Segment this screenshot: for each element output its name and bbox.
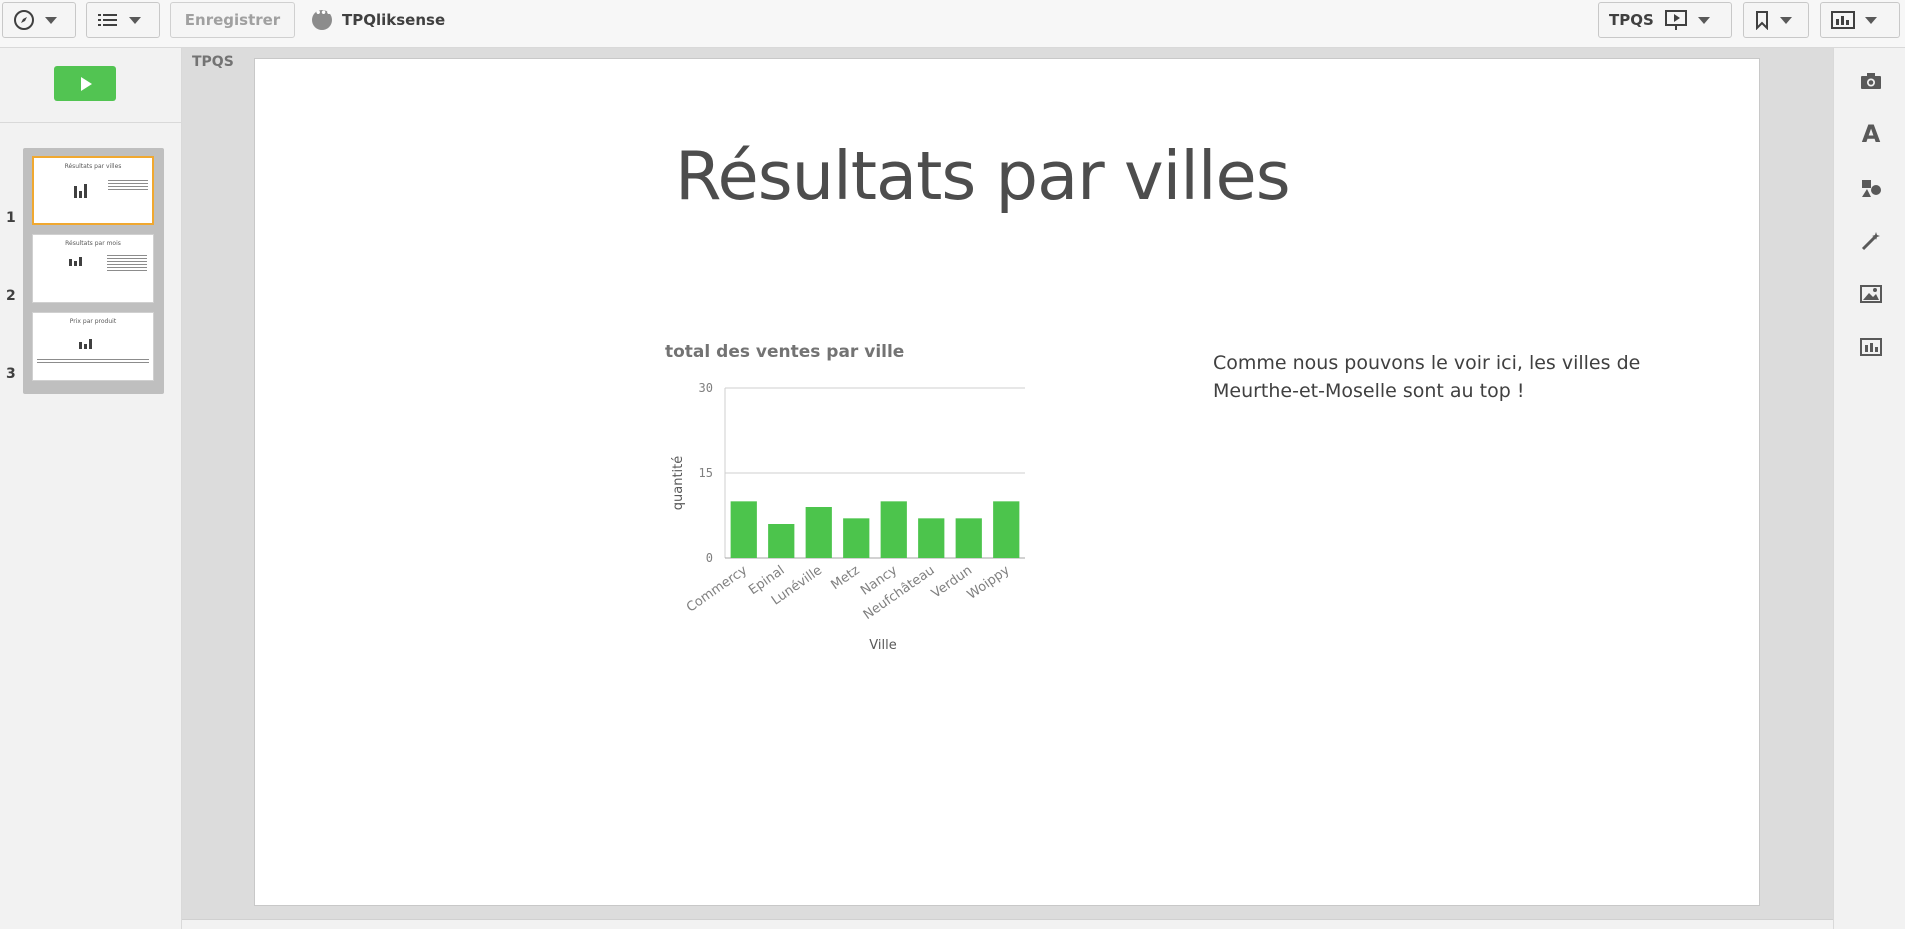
x-tick-label: Woippy <box>965 563 1013 603</box>
media-tool[interactable] <box>1860 283 1882 305</box>
bookmarks-button[interactable] <box>1743 2 1809 38</box>
slide-text[interactable]: Comme nous pouvons le voir ici, les vill… <box>1213 349 1653 405</box>
x-axis-title: Ville <box>869 638 896 653</box>
y-tick-label: 0 <box>706 551 713 565</box>
list-icon <box>98 14 117 26</box>
chart-plot: 30150CommercyEpinalLunéville MetzNancyNeu… <box>671 381 1025 653</box>
chevron-down-icon <box>45 16 57 24</box>
effects-wand-icon <box>1861 232 1880 251</box>
y-tick-label: 30 <box>699 381 713 395</box>
chart-bar <box>993 501 1020 558</box>
bookmark-icon <box>1756 11 1768 30</box>
chart-bar <box>805 507 832 558</box>
app-title: TPQliksense <box>312 8 445 32</box>
slide-thumbnails: Résultats par villes Résultats par mois … <box>23 148 164 394</box>
chevron-down-icon <box>1865 16 1877 24</box>
chart-bar <box>955 518 982 558</box>
chart-bar <box>730 501 757 558</box>
text-icon: A <box>1861 120 1881 148</box>
x-tick-label: Commercy <box>684 563 750 616</box>
slide-thumbnail[interactable]: Résultats par villes <box>32 156 154 225</box>
thumbnail-title: Prix par produit <box>69 318 117 325</box>
sheet-selector-button[interactable]: TPQS <box>1598 2 1732 38</box>
thumbnail-text <box>108 180 148 192</box>
slide-number: 2 <box>6 288 16 304</box>
thumbnail-chart <box>79 339 92 349</box>
chart-title: total des ventes par ville <box>665 342 905 362</box>
x-tick-label: Metz <box>828 563 862 593</box>
app-name: TPQliksense <box>342 11 446 29</box>
thumbnail-title: Résultats par villes <box>64 163 122 170</box>
chart-bar <box>880 501 907 558</box>
sheet-selector-label: TPQS <box>1609 11 1654 29</box>
navigation-menu-button[interactable] <box>2 2 76 38</box>
chart-icon <box>1860 338 1882 356</box>
shapes-icon <box>1862 180 1881 197</box>
thumbnail-title: Résultats par mois <box>65 240 121 247</box>
slide-title[interactable]: Résultats par villes <box>675 137 1291 215</box>
image-icon <box>1860 285 1882 303</box>
bottom-strip <box>182 919 1833 929</box>
slide-number: 3 <box>6 366 16 382</box>
thumbnail-text <box>37 359 149 364</box>
slide-number: 1 <box>6 210 16 226</box>
chart-bar <box>843 518 870 558</box>
y-tick-label: 15 <box>699 466 713 480</box>
thumbnail-chart <box>74 184 87 198</box>
play-icon <box>81 76 92 91</box>
save-button[interactable]: Enregistrer <box>170 2 295 38</box>
divider <box>0 122 182 123</box>
story-tools-panel: A <box>1833 48 1905 929</box>
presentation-icon <box>1664 10 1687 30</box>
chevron-down-icon <box>1697 16 1710 24</box>
shapes-tool[interactable] <box>1860 177 1882 199</box>
bar-chart[interactable]: total des ventes par ville 30 15 0 Commercy… <box>655 342 1075 672</box>
effects-tool[interactable] <box>1860 230 1882 252</box>
story-overview-button[interactable] <box>1820 2 1900 38</box>
chevron-down-icon <box>129 16 141 24</box>
thumbnail-text <box>107 255 147 271</box>
chevron-down-icon <box>1780 16 1792 24</box>
top-toolbar: Enregistrer TPQliksense TPQS <box>0 0 1905 48</box>
chart-bar <box>768 524 795 558</box>
story-canvas: TPQS Résultats par villes total des vent… <box>182 48 1833 919</box>
chart-bar <box>918 518 945 558</box>
slide-thumbnail[interactable]: Prix par produit <box>32 312 154 381</box>
app-more-icon <box>312 8 332 30</box>
chart-tool[interactable] <box>1860 336 1882 358</box>
text-tool[interactable]: A <box>1860 120 1882 148</box>
slide-thumbnail[interactable]: Résultats par mois <box>32 234 154 303</box>
play-story-button[interactable] <box>54 66 116 101</box>
sheet-label: TPQS <box>192 54 234 70</box>
camera-icon <box>1861 73 1881 89</box>
story-slides-panel: 1 2 3 Résultats par villes Résultats par… <box>0 48 182 929</box>
global-menu-button[interactable] <box>86 2 160 38</box>
chart-icon <box>1831 11 1855 29</box>
snapshot-tool[interactable] <box>1860 70 1882 92</box>
compass-icon <box>14 10 34 30</box>
y-axis-title: quantité <box>671 456 686 511</box>
thumbnail-chart <box>69 257 82 266</box>
slide[interactable]: Résultats par villes total des ventes pa… <box>254 58 1760 906</box>
